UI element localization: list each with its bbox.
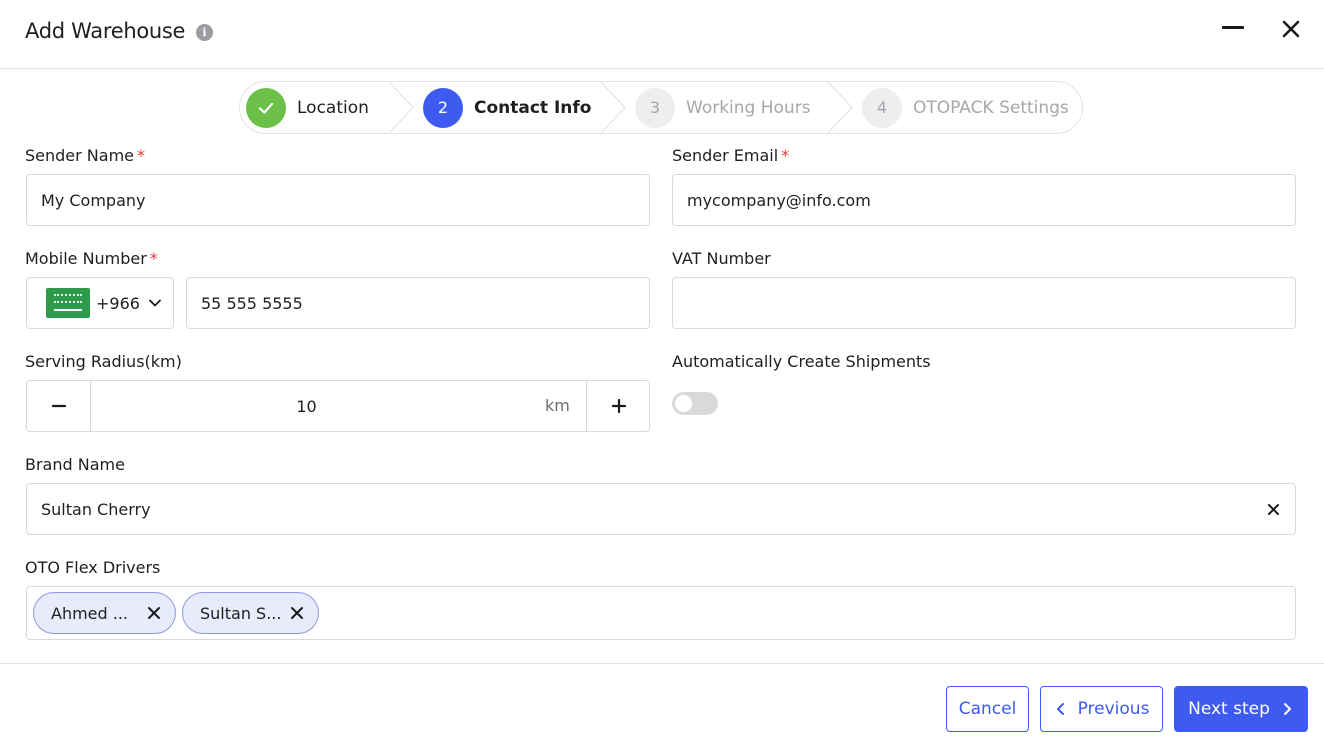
previous-button[interactable]: Previous — [1040, 686, 1163, 732]
driver-chip: Sultan S... — [182, 592, 319, 634]
country-code-value: +966 — [96, 293, 140, 313]
serving-radius-stepper: 10 km — [26, 380, 650, 432]
sender-name-label: Sender Name * — [25, 146, 146, 165]
step-separator-icon — [827, 82, 853, 133]
step-label: Location — [297, 97, 369, 118]
close-icon[interactable] — [1279, 17, 1303, 41]
step-separator-icon — [388, 82, 414, 133]
remove-chip-icon[interactable] — [146, 605, 162, 621]
step-label: Working Hours — [686, 97, 811, 118]
step-label: OTOPACK Settings — [913, 97, 1069, 118]
serving-radius-input[interactable]: 10 — [91, 381, 522, 431]
vat-number-label: VAT Number — [672, 249, 771, 268]
oto-flex-drivers-select[interactable]: Ahmed ... Sultan S... — [26, 586, 1296, 640]
step-location[interactable]: Location — [246, 82, 369, 133]
remove-chip-icon[interactable] — [289, 605, 305, 621]
modal-header: Add Warehouse i — [0, 0, 1324, 69]
required-mark: * — [781, 146, 790, 165]
auto-create-shipments-toggle[interactable] — [672, 392, 718, 415]
step-label: Contact Info — [474, 97, 592, 118]
mobile-number-label: Mobile Number * — [25, 249, 158, 268]
increment-button[interactable] — [586, 381, 650, 431]
required-mark: * — [137, 146, 146, 165]
cancel-button[interactable]: Cancel — [946, 686, 1029, 732]
step-number: 2 — [423, 87, 463, 128]
driver-chip: Ahmed ... — [33, 592, 176, 634]
step-number: 4 — [862, 87, 902, 128]
minus-icon — [51, 404, 66, 408]
step-otopack-settings[interactable]: 4 OTOPACK Settings — [862, 82, 1069, 133]
brand-name-label: Brand Name — [25, 455, 125, 474]
saudi-arabia-flag-icon — [46, 288, 90, 318]
vat-number-input[interactable] — [672, 277, 1296, 329]
chevron-down-icon — [149, 299, 161, 307]
decrement-button[interactable] — [27, 381, 91, 431]
step-contact-info[interactable]: 2 Contact Info — [423, 82, 591, 133]
driver-chip-label: Sultan S... — [200, 603, 282, 623]
serving-radius-label: Serving Radius(km) — [25, 352, 182, 371]
check-icon — [246, 87, 286, 128]
driver-chip-label: Ahmed ... — [51, 603, 129, 623]
step-working-hours[interactable]: 3 Working Hours — [635, 82, 811, 133]
minimize-icon[interactable] — [1222, 26, 1246, 30]
country-code-select[interactable]: +966 — [26, 277, 174, 329]
brand-name-select[interactable]: Sultan Cherry — [26, 483, 1296, 535]
step-separator-icon — [600, 82, 626, 133]
auto-create-shipments-label: Automatically Create Shipments — [672, 352, 931, 371]
chevron-left-icon — [1056, 703, 1064, 715]
brand-name-value: Sultan Cherry — [41, 499, 151, 519]
modal-title: Add Warehouse — [25, 19, 186, 43]
wizard-stepper: Location 2 Contact Info 3 Working Hours … — [239, 81, 1083, 134]
oto-flex-drivers-label: OTO Flex Drivers — [25, 558, 161, 577]
sender-name-input[interactable]: My Company — [26, 174, 650, 226]
next-step-button[interactable]: Next step — [1174, 686, 1308, 732]
mobile-number-input[interactable]: 55 555 5555 — [186, 277, 650, 329]
info-icon[interactable]: i — [196, 24, 213, 41]
sender-email-input[interactable]: mycompany@info.com — [672, 174, 1296, 226]
next-step-button-label: Next step — [1188, 699, 1270, 719]
clear-icon[interactable] — [1267, 503, 1280, 516]
unit-label: km — [545, 396, 570, 415]
step-number: 3 — [635, 87, 675, 128]
required-mark: * — [149, 249, 158, 268]
sender-email-label: Sender Email * — [672, 146, 790, 165]
chevron-right-icon — [1283, 703, 1291, 715]
plus-icon — [611, 398, 626, 414]
previous-button-label: Previous — [1077, 699, 1150, 719]
